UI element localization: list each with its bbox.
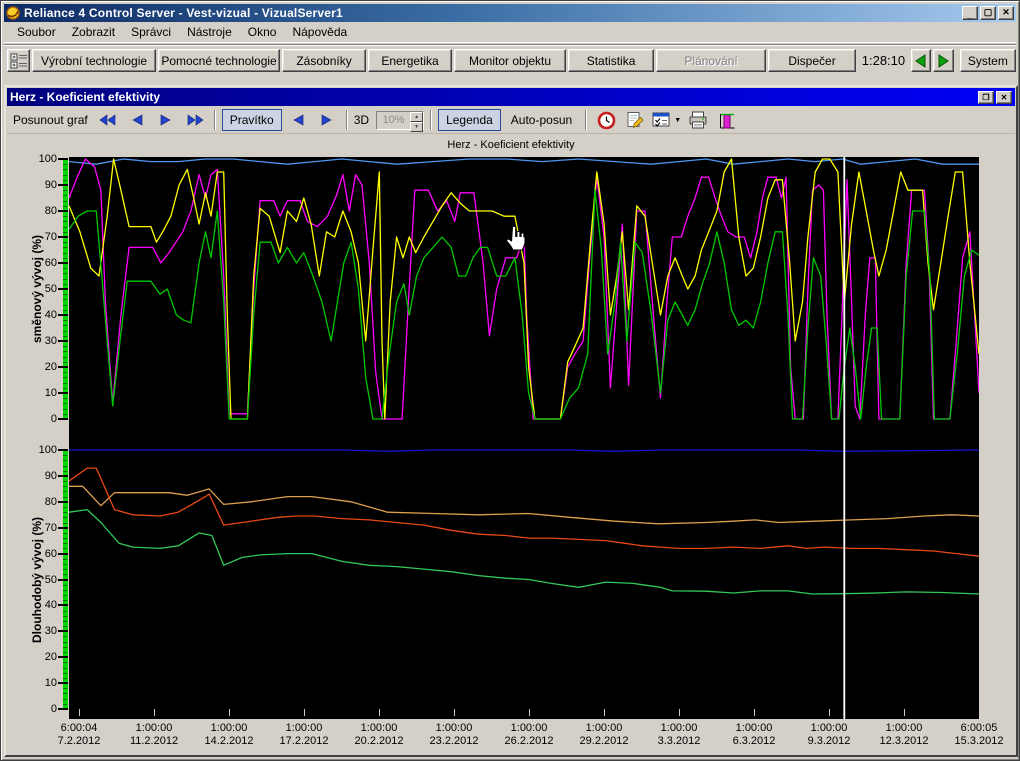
restore-icon[interactable]: ❐ — [978, 90, 994, 104]
spin-up-icon[interactable]: ▲ — [410, 111, 424, 122]
menubar: Soubor Zobrazit Správci Nástroje Okno Nápověd… — [4, 22, 1016, 43]
system-clock: 1:28:10 — [861, 53, 906, 68]
spin-down-icon[interactable]: ▼ — [410, 121, 424, 132]
dropdown-caret-icon[interactable]: ▼ — [674, 117, 681, 124]
nav-tab-2[interactable]: Zásobníky — [282, 49, 367, 72]
nav-tab-6: Plánování — [656, 49, 767, 72]
nav-tab-0[interactable]: Výrobní technologie — [32, 49, 157, 72]
minimize-icon[interactable]: _ — [962, 6, 978, 20]
nav-tab-3[interactable]: Energetika — [368, 49, 453, 72]
menu-item-5[interactable]: Nápověda — [284, 23, 355, 41]
chart-window-title: Herz - Koeficient efektivity — [10, 90, 161, 104]
chart-toolbar: Posunout graf Pravítko 3D 10% ▲ ▼ Legenda… — [7, 107, 1015, 134]
nav-tab-1[interactable]: Pomocné technologie — [158, 49, 281, 72]
export-icon — [626, 111, 645, 130]
close-window-icon[interactable]: ✕ — [996, 90, 1012, 104]
pan-graph-label: Posunout graf — [13, 113, 88, 127]
legend-toggle-button[interactable]: Legenda — [438, 109, 501, 131]
nav-tab-5[interactable]: Statistika — [568, 49, 655, 72]
pan-last-icon — [186, 114, 204, 126]
autoscroll-button[interactable]: Auto-posun — [504, 109, 579, 131]
app-window: Reliance 4 Control Server - Vest-vizual … — [0, 0, 1020, 761]
separator — [345, 110, 348, 130]
histogram-icon — [719, 111, 736, 130]
chart-options-button[interactable]: ▼ — [651, 109, 682, 131]
menu-item-4[interactable]: Okno — [240, 23, 285, 41]
separator — [585, 110, 588, 130]
separator — [213, 110, 216, 130]
print-button[interactable] — [685, 109, 711, 131]
nav-tab-7[interactable]: Dispečer — [768, 49, 857, 72]
ruler-step-right-button[interactable] — [314, 109, 340, 131]
menu-item-2[interactable]: Správci — [123, 23, 179, 41]
ruler-step-left-button[interactable] — [285, 109, 311, 131]
step-right-icon — [320, 114, 334, 126]
maximize-icon[interactable]: ▢ — [980, 6, 996, 20]
zoom-value: 10% — [382, 114, 405, 126]
chart-options-icon — [652, 111, 671, 129]
page-prev-button[interactable] — [910, 49, 932, 72]
chart-title: Herz - Koeficient efektivity — [447, 139, 575, 151]
zoom-spinner[interactable]: 10% ▲ ▼ — [376, 110, 425, 132]
menu-item-1[interactable]: Zobrazit — [64, 23, 123, 41]
export-button[interactable] — [622, 109, 648, 131]
ruler-toggle-button[interactable]: Pravítko — [221, 109, 282, 131]
window-list-icon — [10, 52, 28, 70]
menu-item-0[interactable]: Soubor — [9, 23, 64, 41]
histogram-button[interactable] — [714, 109, 740, 131]
pan-right-button[interactable] — [153, 109, 179, 131]
print-icon — [688, 111, 708, 130]
step-left-icon — [291, 114, 305, 126]
nav-toolbar: Výrobní technologie Pomocné technologie Zá… — [4, 44, 1016, 76]
close-icon[interactable]: ✕ — [998, 6, 1014, 20]
page-next-button[interactable] — [933, 49, 954, 72]
time-range-button[interactable] — [593, 109, 619, 131]
pan-right-icon — [159, 114, 173, 126]
pan-first-icon — [99, 114, 117, 126]
arrow-left-icon — [914, 53, 928, 68]
pan-left-icon — [130, 114, 144, 126]
chart-window-titlebar: Herz - Koeficient efektivity ❐ ✕ — [7, 88, 1015, 106]
pan-left-button[interactable] — [124, 109, 150, 131]
nav-tab-4[interactable]: Monitor objektu — [454, 49, 567, 72]
window-list-button[interactable] — [7, 49, 31, 72]
main-titlebar: Reliance 4 Control Server - Vest-vizual … — [4, 4, 1016, 22]
app-icon — [6, 6, 20, 20]
pan-last-button[interactable] — [182, 109, 208, 131]
pan-first-button[interactable] — [95, 109, 121, 131]
separator — [430, 110, 433, 130]
arrow-right-icon — [936, 53, 950, 68]
window-title: Reliance 4 Control Server - Vest-vizual … — [24, 6, 343, 20]
threed-label[interactable]: 3D — [354, 113, 369, 127]
clock-icon — [597, 111, 616, 130]
menu-item-3[interactable]: Nástroje — [179, 23, 240, 41]
system-button[interactable]: System — [959, 49, 1016, 72]
